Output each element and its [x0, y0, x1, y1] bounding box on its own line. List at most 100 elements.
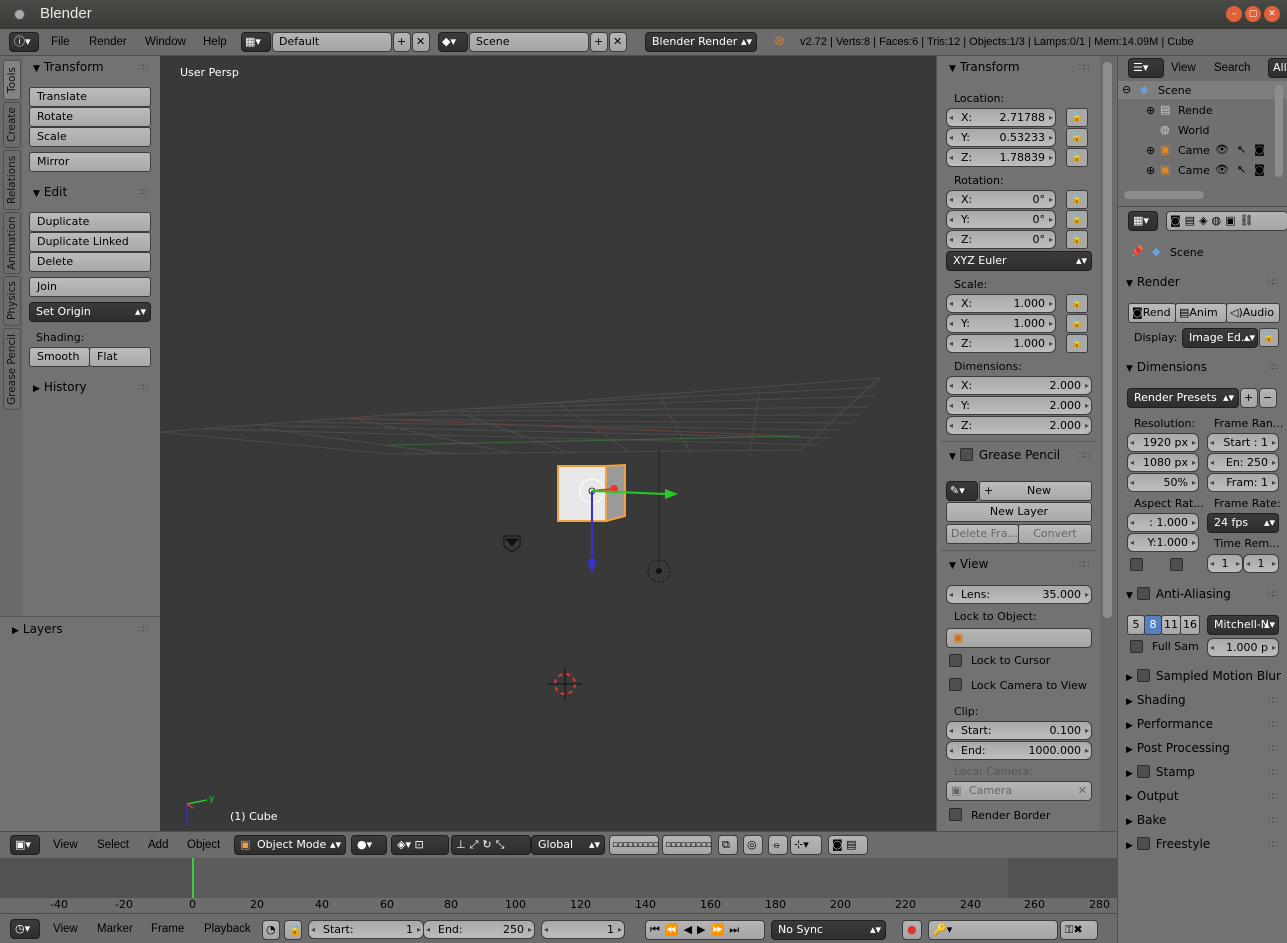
- panel-layers-header[interactable]: ▶ Layers: [12, 622, 63, 636]
- dimension-z-field[interactable]: Z: 2.000: [946, 416, 1092, 435]
- pin-icon[interactable]: 📌: [1130, 245, 1144, 258]
- outliner-item-label[interactable]: World: [1178, 124, 1210, 137]
- collapse-icon[interactable]: ⊖: [1122, 83, 1131, 96]
- lock-frame-icon[interactable]: 🔒: [284, 920, 302, 940]
- resolution-x-field[interactable]: 1920 px: [1127, 433, 1199, 452]
- visibility-icons[interactable]: 👁↖◙: [1215, 163, 1273, 176]
- render-audio-button[interactable]: ◁)Audio: [1226, 303, 1280, 323]
- panel-render-header[interactable]: ▼ Render: [1126, 275, 1180, 289]
- duplicate-button[interactable]: Duplicate: [29, 212, 151, 232]
- panel-performance-header[interactable]: ▶ Performance: [1126, 717, 1213, 731]
- aa-samples-8[interactable]: 8: [1144, 615, 1162, 635]
- 3d-viewport[interactable]: User Persp y (1) Cube: [160, 56, 936, 831]
- menu-select[interactable]: Select: [97, 839, 129, 851]
- lock-icon[interactable]: 🔓: [1066, 230, 1088, 249]
- gp-new-button[interactable]: + New: [979, 481, 1092, 501]
- layer-buttons-a[interactable]: ▫▫▫▫▫▫▫▫▫▫: [609, 835, 659, 855]
- panel-stamp-header[interactable]: ▶ Stamp: [1126, 765, 1195, 779]
- render-icons[interactable]: ◙ ▤: [828, 835, 868, 855]
- gp-convert-button[interactable]: Convert: [1018, 524, 1092, 544]
- lock-icon[interactable]: 🔓: [1066, 190, 1088, 209]
- drag-grip-icon[interactable]: ∷∷: [1268, 590, 1279, 600]
- lens-field[interactable]: Lens: 35.000: [946, 585, 1092, 604]
- pivot-point-icon[interactable]: ◈▾ ⊡: [391, 835, 449, 855]
- clip-end-field[interactable]: End: 1000.000: [946, 741, 1092, 760]
- panel-dimensions-header[interactable]: ▼ Dimensions: [1126, 360, 1207, 374]
- add-scene-icon[interactable]: +: [590, 32, 608, 52]
- aspect-x-field[interactable]: : 1.000: [1127, 513, 1199, 532]
- menu-window[interactable]: Window: [145, 36, 186, 48]
- drag-grip-icon[interactable]: ∷∷: [1268, 768, 1279, 778]
- stamp-checkbox[interactable]: [1136, 765, 1150, 778]
- remove-layout-icon[interactable]: ✕: [412, 32, 430, 52]
- menu-playback[interactable]: Playback: [204, 923, 251, 935]
- location-y-field[interactable]: Y: 0.53233: [946, 128, 1056, 147]
- drag-grip-icon[interactable]: ∷∷: [1268, 840, 1279, 850]
- panel-shading-header[interactable]: ▶ Shading: [1126, 693, 1186, 707]
- tab-physics[interactable]: Physics: [3, 276, 21, 326]
- expand-icon[interactable]: ⊕: [1146, 164, 1155, 177]
- panel-freestyle-header[interactable]: ▶ Freestyle: [1126, 837, 1210, 851]
- expand-icon[interactable]: ⊕: [1146, 144, 1155, 157]
- dimension-x-field[interactable]: X: 2.000: [946, 376, 1092, 395]
- delete-button[interactable]: Delete: [29, 252, 151, 272]
- screen-layout-field[interactable]: Default: [272, 32, 392, 52]
- grease-pencil-icon[interactable]: ✎▾: [946, 481, 978, 501]
- manipulator-icons[interactable]: ⊥⤢↻⤡: [451, 835, 531, 855]
- mode-select[interactable]: ▣ Object Mode ▴▾: [234, 835, 346, 855]
- drag-grip-icon[interactable]: ∷∷: [1079, 560, 1090, 570]
- app-menu-icon[interactable]: [14, 9, 25, 20]
- viewport-shading-icon[interactable]: ●▾: [351, 835, 387, 855]
- panel-output-header[interactable]: ▶ Output: [1126, 789, 1179, 803]
- mirror-button[interactable]: Mirror: [29, 152, 151, 172]
- scale-y-field[interactable]: Y: 1.000: [946, 314, 1056, 333]
- drag-grip-icon[interactable]: ∷∷: [138, 383, 149, 393]
- end-frame-field[interactable]: End: 250: [423, 920, 535, 939]
- panel-bake-header[interactable]: ▶ Bake: [1126, 813, 1166, 827]
- scene-icon[interactable]: ◆▾: [438, 32, 468, 52]
- lock-icon[interactable]: 🔓: [1066, 334, 1088, 353]
- aspect-y-field[interactable]: Y:1.000: [1127, 533, 1199, 552]
- lock-icon[interactable]: 🔓: [1066, 210, 1088, 229]
- timeline[interactable]: -40 -20 0 20 40 60 80 100 120 140 160 18…: [0, 858, 1117, 913]
- editor-type-info-icon[interactable]: ⓘ▾: [9, 32, 39, 52]
- rotate-button[interactable]: Rotate: [29, 107, 151, 127]
- freestyle-checkbox[interactable]: [1136, 837, 1150, 850]
- lock-layers-icon[interactable]: ⧉: [718, 835, 738, 855]
- panel-history-header[interactable]: ▶ History: [33, 380, 87, 394]
- outliner-menu-search[interactable]: Search: [1214, 62, 1250, 74]
- editor-type-outliner-icon[interactable]: ☰▾: [1128, 58, 1164, 78]
- scale-x-field[interactable]: X: 1.000: [946, 294, 1056, 313]
- scale-button[interactable]: Scale: [29, 127, 151, 147]
- scale-z-field[interactable]: Z: 1.000: [946, 334, 1056, 353]
- snap-element-icon[interactable]: ⊹▾: [790, 835, 822, 855]
- maximize-button[interactable]: ▢: [1245, 6, 1261, 22]
- menu-view[interactable]: View: [53, 923, 78, 935]
- render-presets-select[interactable]: Render Presets ▴▾: [1127, 388, 1239, 408]
- current-frame-line[interactable]: [192, 858, 194, 898]
- drag-grip-icon[interactable]: ∷∷: [1268, 744, 1279, 754]
- panel-post-processing-header[interactable]: ▶ Post Processing: [1126, 741, 1230, 755]
- lock-interface-icon[interactable]: 🔓: [1259, 328, 1279, 347]
- editor-type-properties-icon[interactable]: ▦▾: [1128, 211, 1158, 231]
- shade-flat-button[interactable]: Flat: [89, 347, 151, 367]
- filter-size-field[interactable]: 1.000 p: [1207, 638, 1279, 657]
- grease-pencil-checkbox[interactable]: [959, 448, 973, 461]
- editor-type-3d-icon[interactable]: ▣▾: [10, 835, 40, 855]
- tab-animation[interactable]: Animation: [3, 212, 21, 274]
- drag-grip-icon[interactable]: ∷∷: [138, 63, 149, 73]
- panel-anti-aliasing-header[interactable]: ▼ Anti-Aliasing: [1126, 587, 1231, 601]
- aa-samples-16[interactable]: 16: [1180, 615, 1200, 635]
- drag-grip-icon[interactable]: ∷∷: [138, 188, 149, 198]
- sync-mode-select[interactable]: No Sync ▴▾: [771, 920, 886, 940]
- properties-scrollbar[interactable]: [1100, 56, 1116, 831]
- lock-icon[interactable]: 🔓: [1066, 148, 1088, 167]
- panel-edit-header[interactable]: ▼ Edit: [33, 185, 67, 199]
- menu-object[interactable]: Object: [187, 839, 220, 851]
- expand-icon[interactable]: ⊕: [1146, 104, 1155, 117]
- keying-set-field[interactable]: 🔑▾: [928, 920, 1058, 940]
- panel-view-header[interactable]: ▼ View: [949, 557, 988, 571]
- drag-grip-icon[interactable]: ∷∷: [1268, 792, 1279, 802]
- remove-scene-icon[interactable]: ✕: [609, 32, 627, 52]
- resolution-y-field[interactable]: 1080 px: [1127, 453, 1199, 472]
